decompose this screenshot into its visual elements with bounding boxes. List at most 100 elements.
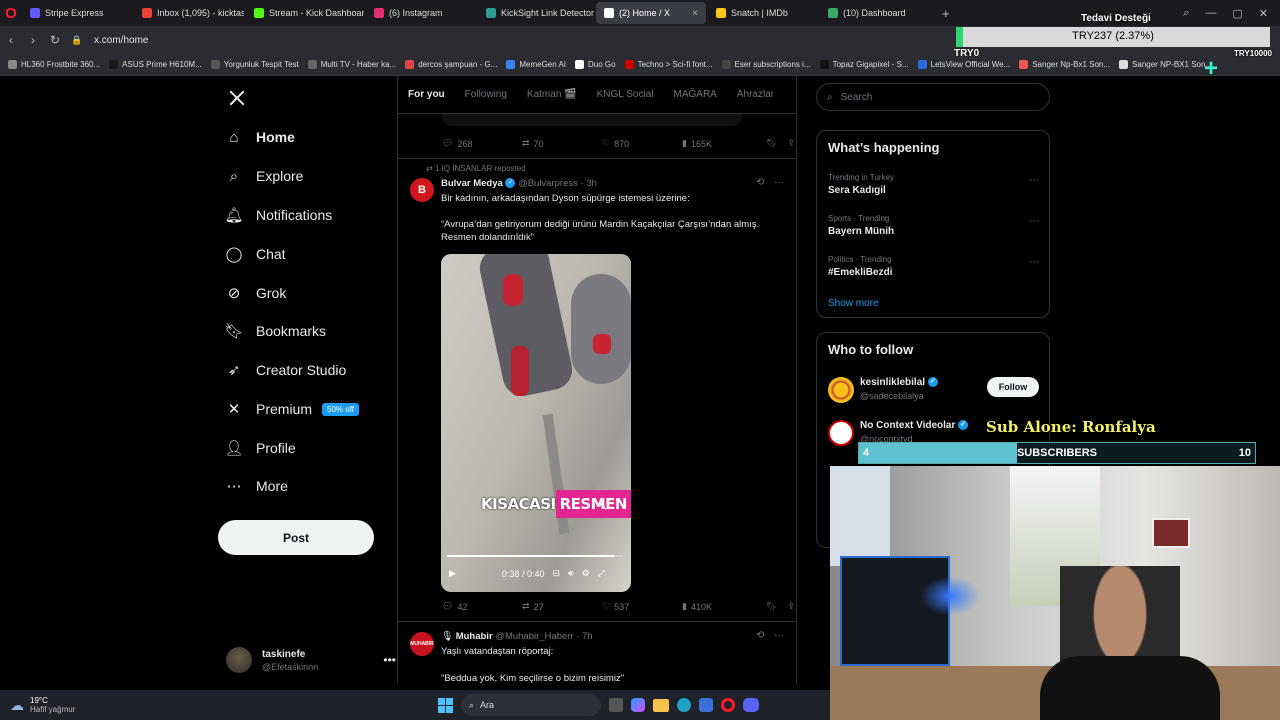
more-dots-icon[interactable]: ⋯ [1029,216,1039,227]
bookmark-icon[interactable]: 🔖︎ [766,138,777,149]
nav-item-home[interactable]: ⌂ Home [226,125,294,149]
nav-item-premium[interactable]: ✕ Premium 50% off [226,397,359,421]
show-more-link[interactable]: Show more [828,298,879,309]
file-explorer-icon[interactable] [653,698,669,712]
bookmark-item[interactable]: MemeGen AI [506,60,566,69]
tweet-video[interactable]: KISACASI RESMEN ▶ 0:38 / 0:40 ⊟ 🔊︎ ⚙ ⤢ [441,254,631,592]
bookmark-item[interactable]: ASUS Prime H610M... [109,60,202,69]
windows-start-icon[interactable] [438,697,453,713]
nav-item-chat[interactable]: ◯ Chat [226,242,286,266]
grok-icon[interactable]: ⟲ [756,177,764,188]
tab-2[interactable]: Katman 🎬 [527,89,577,100]
repost-button[interactable]: ⇄ 27 [522,601,602,612]
video-progress-track[interactable] [447,555,623,557]
more-dots-icon[interactable]: ⋯ [1029,257,1039,268]
forward-icon[interactable]: › [22,33,44,47]
tweet[interactable]: MUHABIR 🎙︎ Muhabir @Muhabir_Haberr · 7h … [398,622,796,684]
new-tab-button[interactable]: + [942,6,950,21]
bookmark-item[interactable]: Yorgunluk Tespit Test [210,60,299,69]
nav-item-profile[interactable]: 👤︎ Profile [224,436,295,460]
share-icon[interactable]: ⇪ [787,601,795,612]
browser-tab[interactable]: (6) Instagram [366,2,476,24]
tweet-time[interactable]: · 3h [581,178,597,189]
nav-item-grok[interactable]: ⊘ Grok [226,281,287,305]
like-button[interactable]: ♡ 537 [602,601,682,612]
edge-icon[interactable] [677,698,691,712]
author-name[interactable]: Muhabir [456,631,493,642]
url-field[interactable]: x.com/home [94,35,148,46]
minimize-icon[interactable]: — [1205,7,1216,20]
browser-tab[interactable]: KickSight Link Detector [478,2,594,24]
follow-button[interactable]: Follow [987,377,1039,397]
nav-item-explore[interactable]: ⌕ Explore [226,164,304,188]
bookmark-item[interactable]: Multi TV - Haber ka... [307,60,396,69]
browser-tab[interactable]: Stream - Kick Dashboard [246,2,364,24]
reply-button[interactable]: 💬︎ 268 [442,138,522,149]
bookmark-item[interactable]: HL360 Frostbite 360... [8,60,100,69]
settings-icon[interactable]: ⚙ [582,568,590,579]
tab-0[interactable]: For you [408,89,445,100]
more-dots-icon[interactable]: ⋯ [1029,175,1039,186]
bookmark-item[interactable]: dercos şampuan - G... [405,60,497,69]
repost-button[interactable]: ⇄ 70 [522,138,602,149]
tweet[interactable]: ⇄ 1 IQ İNSANLAR reposted B Bulvar Medya … [398,159,796,619]
tab-5[interactable]: Ahrazlar [737,89,774,100]
taskbar-search[interactable]: ⌕ Ara [461,694,601,716]
discord-icon[interactable] [743,698,759,712]
bookmark-item[interactable]: Eser subscriptions i... [721,60,811,69]
views-button[interactable]: ▮ 165K [682,138,762,149]
nav-item-more[interactable]: ⋯ More [226,474,288,498]
volume-icon[interactable]: 🔊︎ [568,568,574,579]
bookmark-item[interactable]: Duo Go [575,60,616,69]
browser-tab[interactable]: Inbox (1,095) - kicktaskine [134,2,244,24]
avatar[interactable]: MUHABIR [410,632,434,656]
share-icon[interactable]: ⇪ [787,138,795,149]
tweet-time[interactable]: · 7h [576,631,592,642]
author-handle[interactable]: @Bulvarpress [518,178,578,189]
maximize-icon[interactable]: ▢ [1232,7,1242,20]
trend-item[interactable]: Trending in Turkey Sera Kadıgil [828,173,894,196]
opera-logo-icon[interactable]: O [0,0,22,26]
grok-icon[interactable]: ⟲ [756,630,764,641]
trend-item[interactable]: Politics · Trending #EmekliBezdi [828,255,892,278]
weather-widget[interactable]: ☁ 19°C Hafif yağmur [0,696,200,714]
more-dots-icon[interactable]: ··· [774,630,784,641]
post-button[interactable]: Post [218,520,374,555]
browser-tab[interactable]: Stripe Express [22,2,132,24]
account-switcher[interactable]: taskinefe @Efetaskinnn ••• [226,642,396,678]
back-icon[interactable]: ‹ [0,33,22,47]
nav-item-creator-studio[interactable]: ➶ Creator Studio [226,358,347,382]
like-button[interactable]: ♡ 870 [602,138,682,149]
search-tabs-icon[interactable]: ⌕ [1183,7,1189,20]
avatar[interactable]: B [410,178,434,202]
copilot-icon[interactable] [631,698,645,712]
captions-icon[interactable]: ⊟ [552,568,560,579]
fullscreen-icon[interactable]: ⤢ [598,568,605,579]
reload-icon[interactable]: ↻ [44,33,66,47]
tab-1[interactable]: Following [465,89,507,100]
more-dots-icon[interactable]: ••• [383,653,396,667]
search-input[interactable]: ⌕ Search [816,83,1050,111]
browser-tab[interactable]: (10) Dashboard [820,2,936,24]
tab-4[interactable]: MAĞARA [674,89,717,100]
task-view-icon[interactable] [609,698,623,712]
browser-tab[interactable]: (2) Home / X × [596,2,706,24]
views-button[interactable]: ▮ 410K [682,601,762,612]
close-tab-icon[interactable]: × [692,8,698,19]
play-icon[interactable]: ▶ [449,568,456,579]
nav-item-notifications[interactable]: 🔔︎ Notifications [224,203,332,227]
more-dots-icon[interactable]: ··· [774,177,784,188]
nav-item-bookmarks[interactable]: 🔖︎ Bookmarks [224,319,326,343]
reply-button[interactable]: 💬︎ 42 [442,601,522,612]
bookmark-item[interactable]: Techno > Sci-fi font... [624,60,713,69]
tab-3[interactable]: KNGL Social [597,89,654,100]
bookmark-icon[interactable]: 🔖︎ [766,601,777,612]
store-icon[interactable] [699,698,713,712]
opera-icon[interactable] [721,698,735,712]
author-handle[interactable]: @Muhabir_Haberr [495,631,573,642]
x-logo-icon[interactable] [228,89,246,107]
trend-item[interactable]: Sports · Trending Bayern Münih [828,214,894,237]
bookmark-item[interactable]: Topaz Gigapixel - S... [819,60,909,69]
site-info-icon[interactable]: 🔒 [66,35,88,46]
browser-tab[interactable]: Snatch | IMDb [708,2,818,24]
